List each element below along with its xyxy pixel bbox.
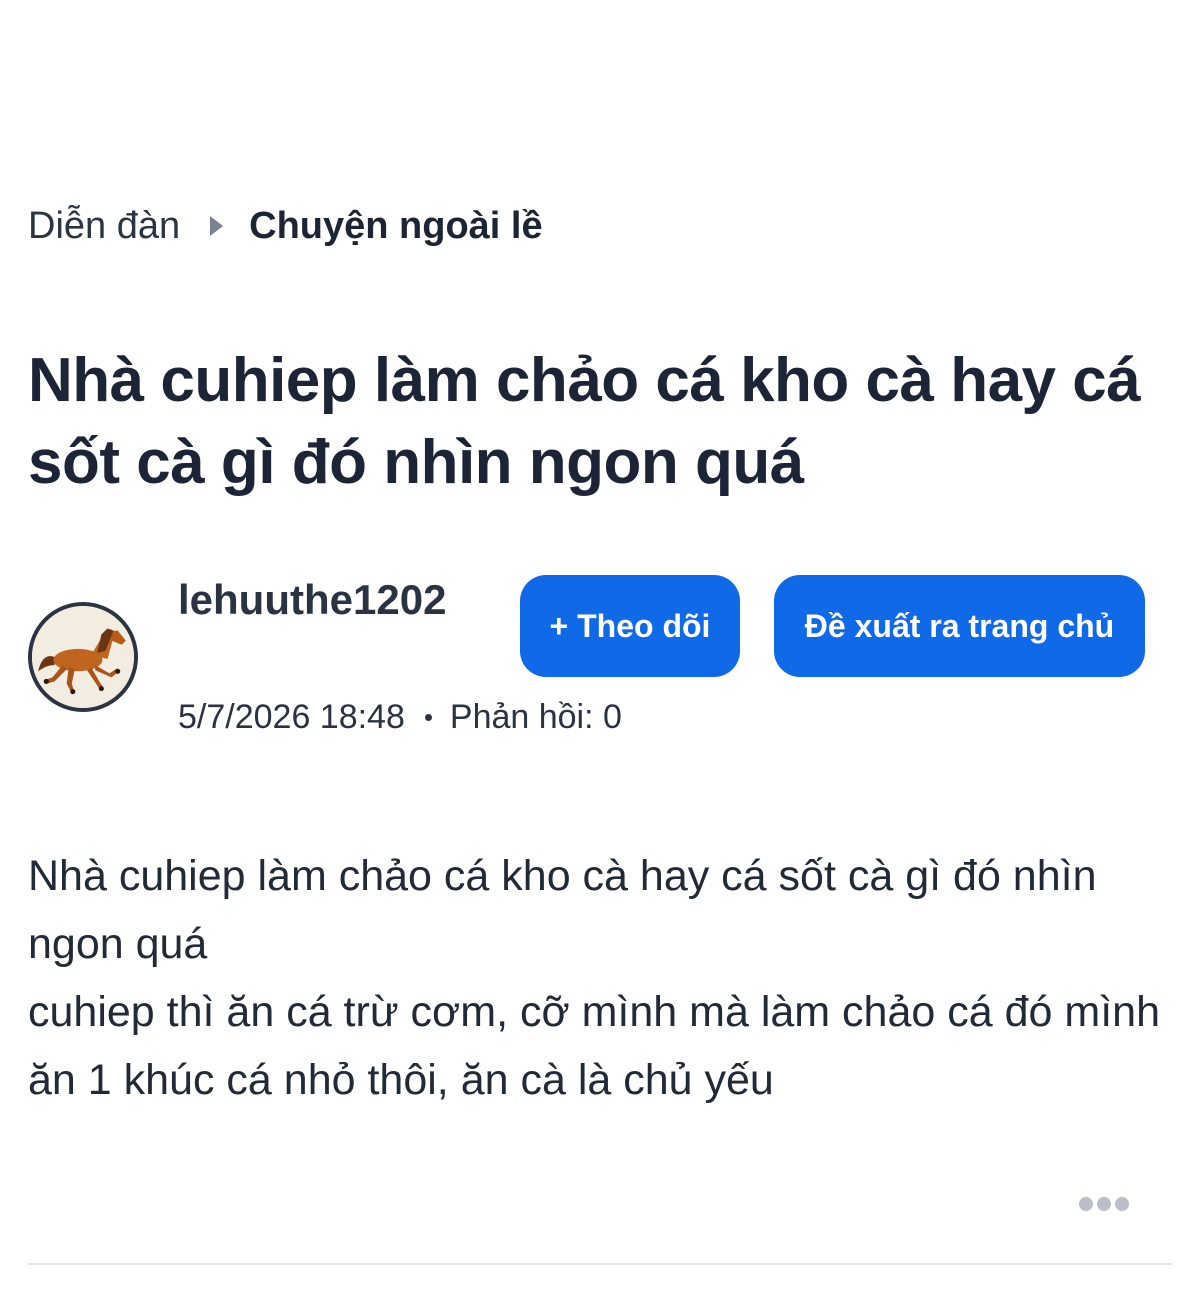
- horse-icon: [32, 606, 134, 708]
- more-dots-icon[interactable]: [1079, 1197, 1129, 1211]
- post-meta: 5/7/2026 18:48 Phản hồi: 0: [178, 694, 622, 740]
- dot: [1097, 1197, 1111, 1211]
- triangle-right-icon: [210, 216, 224, 236]
- avatar[interactable]: [28, 602, 138, 712]
- post-body: Nhà cuhiep làm chảo cá kho cà hay cá sốt…: [28, 842, 1188, 1114]
- author-name[interactable]: lehuuthe1202: [178, 574, 446, 626]
- divider: [28, 1263, 1172, 1265]
- follow-button[interactable]: + Theo dõi: [520, 575, 740, 677]
- reply-count: Phản hồi: 0: [449, 698, 622, 736]
- post-body-paragraph: Nhà cuhiep làm chảo cá kho cà hay cá sốt…: [28, 852, 1097, 968]
- dot: [1079, 1197, 1093, 1211]
- post-title: Nhà cuhiep làm chảo cá kho cà hay cá sốt…: [28, 346, 1141, 497]
- post-body-paragraph: cuhiep thì ăn cá trừ cơm, cỡ mình mà làm…: [28, 988, 1160, 1104]
- suggest-homepage-button[interactable]: Đề xuất ra trang chủ: [774, 575, 1145, 677]
- breadcrumb-current-link[interactable]: Chuyện ngoài lề: [249, 200, 542, 252]
- meta-separator-dot: [424, 713, 432, 721]
- post-date: 5/7/2026 18:48: [178, 698, 405, 736]
- breadcrumb-home-link[interactable]: Diễn đàn: [28, 200, 180, 252]
- breadcrumb: Diễn đàn Chuyện ngoài lề: [28, 200, 543, 252]
- dot: [1115, 1197, 1129, 1211]
